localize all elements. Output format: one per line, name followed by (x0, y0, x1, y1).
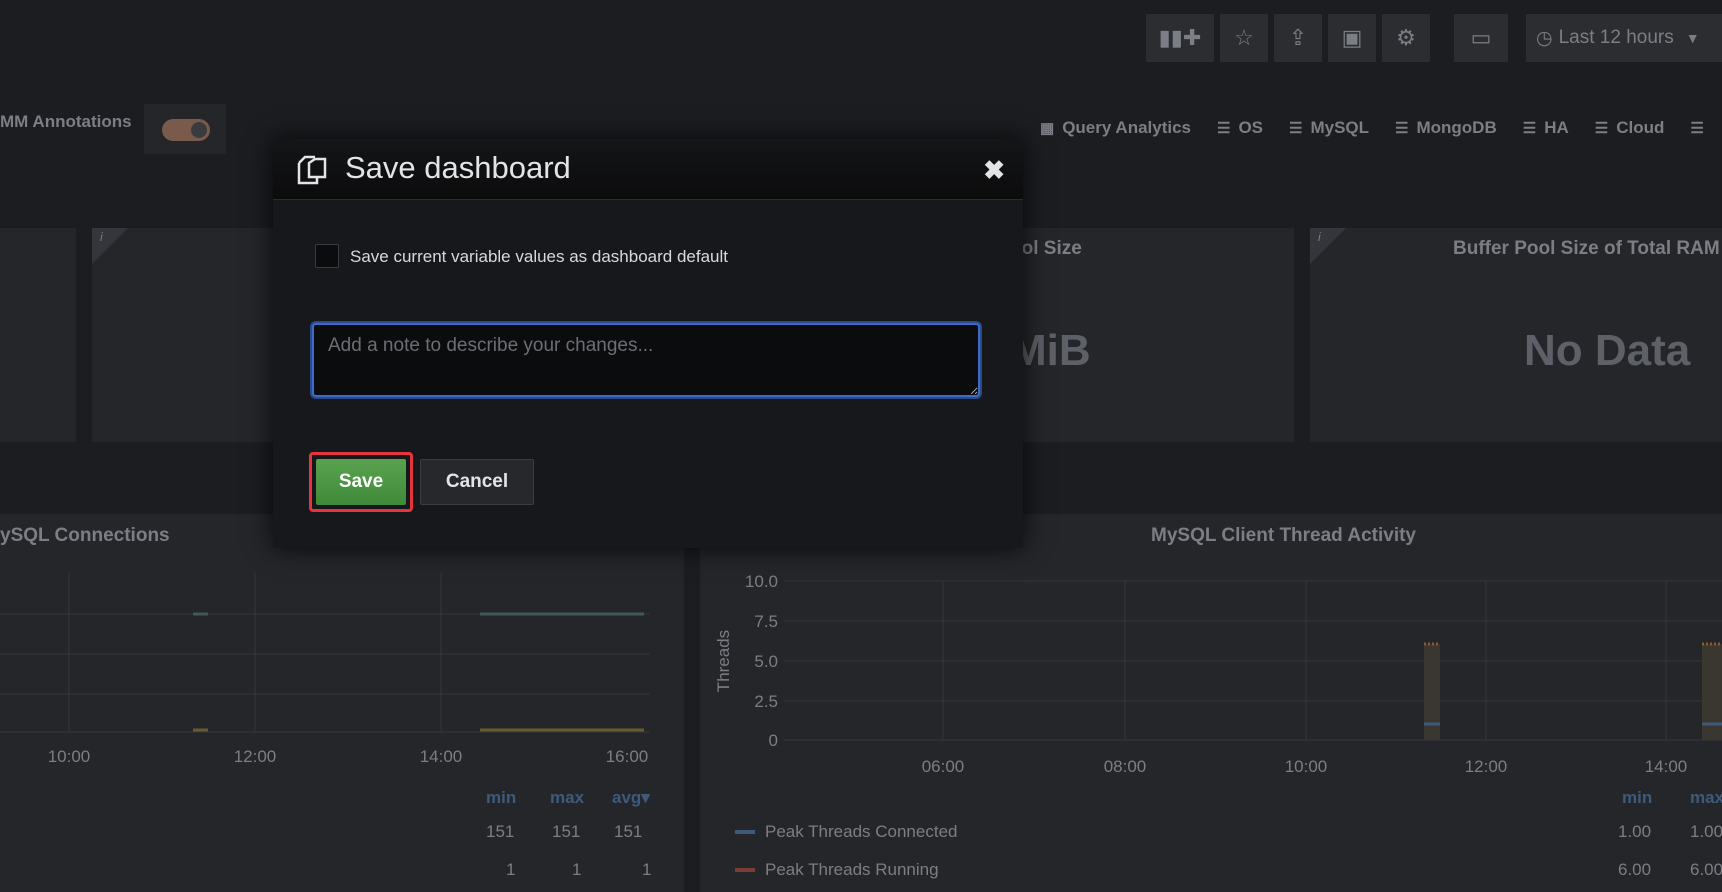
nav-link-mongodb[interactable]: ☰ MongoDB (1395, 118, 1497, 138)
add-panel-button[interactable]: ▮▮✚ (1146, 14, 1214, 62)
y-tick: 5.0 (754, 652, 778, 671)
bars-icon: ☰ (1690, 120, 1704, 137)
x-tick: 08:00 (1104, 757, 1147, 776)
info-corner[interactable]: i (1310, 228, 1346, 264)
x-tick: 06:00 (922, 757, 965, 776)
y-tick: 2.5 (754, 692, 778, 711)
x-tick: 10:00 (48, 747, 91, 766)
series-area (1424, 644, 1440, 740)
bars-icon: ☰ (1217, 120, 1231, 137)
info-icon: i (100, 230, 103, 244)
y-tick: 0 (769, 731, 778, 750)
info-corner[interactable]: i (92, 228, 128, 264)
save-button[interactable]: Save (316, 459, 406, 505)
legend-value: 151 (552, 822, 581, 841)
panel-title: ySQL Connections (0, 525, 170, 546)
legend-swatch (735, 830, 755, 834)
x-tick: 12:00 (1465, 757, 1508, 776)
legend-header-min[interactable]: min (486, 788, 516, 808)
series-area (1702, 644, 1722, 740)
nav-link-os[interactable]: ☰ OS (1217, 118, 1263, 138)
legend-series-peak-threads-connected[interactable]: Peak Threads Connected (735, 822, 957, 842)
legend-value: 6.00 (1618, 860, 1652, 879)
bars-icon: ☰ (1289, 120, 1303, 137)
legend-header-max[interactable]: max (1690, 788, 1722, 808)
legend-value: 6.00 (1690, 860, 1722, 879)
modal-header: Save dashboard ✖ (273, 139, 1023, 200)
legend-value: 1.00 (1618, 822, 1652, 841)
modal-title: Save dashboard (345, 150, 571, 185)
thread-activity-graph: 10.0 7.5 5.0 2.5 0 Threads 06:00 08:00 1… (714, 572, 1722, 776)
graph-panel-thread-activity: MySQL Client Thread Activity 10.0 7.5 5.… (700, 514, 1722, 892)
stat-value: No Data (1524, 326, 1691, 375)
change-note-textarea[interactable] (312, 323, 980, 397)
save-variables-label[interactable]: Save current variable values as dashboar… (350, 247, 728, 267)
save-dashboard-button[interactable]: ▣ (1328, 14, 1376, 62)
graph-panel-connections: ySQL Connections 10:00 12:00 14:00 16:00… (0, 514, 684, 892)
grid-icon: ▦ (1040, 120, 1055, 137)
x-tick: 10:00 (1285, 757, 1328, 776)
legend-swatch (735, 868, 755, 872)
nav-link-query-analytics[interactable]: ▦ Query Analytics (1040, 118, 1191, 138)
legend-value: 1 (572, 860, 582, 879)
y-axis-label: Threads (714, 630, 733, 692)
stat-panel-buffer-pool: i Buffer Pool Size of Total RAM No Data (1310, 228, 1722, 442)
legend-value: 1.00 (1690, 822, 1722, 841)
bars-icon: ☰ (1594, 120, 1609, 137)
dashboard-links: ▦ Query Analytics ☰ OS ☰ MySQL ☰ MongoDB ☰ HA… (1040, 118, 1722, 138)
time-range-picker[interactable]: ◷ Last 12 hours ▼ (1526, 14, 1722, 62)
y-tick: 10.0 (745, 572, 778, 591)
share-icon: ⇪ (1288, 25, 1308, 50)
x-tick: 12:00 (234, 747, 277, 766)
info-icon: i (1318, 230, 1321, 244)
settings-button[interactable]: ⚙ (1382, 14, 1430, 62)
legend-value: 1 (642, 860, 652, 879)
nav-link-mysql[interactable]: ☰ MySQL (1289, 118, 1369, 138)
nav-link-cloud[interactable]: ☰ Cloud (1595, 118, 1665, 138)
legend-value: 151 (486, 822, 515, 841)
x-tick: 16:00 (606, 747, 649, 766)
stat-panel-pool-size: ool Size MiB (1010, 228, 1294, 442)
tv-icon: ▭ (1470, 25, 1492, 50)
nav-link-more[interactable]: ☰ (1690, 118, 1711, 138)
close-icon[interactable]: ✖ (983, 155, 1005, 186)
clock-icon: ◷ (1536, 27, 1553, 49)
panel-title: Buffer Pool Size of Total RAM (1453, 238, 1720, 259)
gear-icon: ⚙ (1396, 25, 1416, 50)
stat-panel-2: i (92, 228, 292, 442)
share-button[interactable]: ⇪ (1274, 14, 1322, 62)
panel-title: MySQL Client Thread Activity (1151, 525, 1416, 546)
add-panel-icon: ▮▮✚ (1158, 25, 1202, 50)
annotations-toggle[interactable] (162, 119, 210, 141)
save-icon: ▣ (1341, 25, 1363, 50)
legend-value: 1 (506, 860, 516, 879)
time-range-label: Last 12 hours (1558, 27, 1674, 48)
save-dashboard-modal: Save dashboard ✖ Save current variable v… (273, 139, 1023, 548)
connections-graph: 10:00 12:00 14:00 16:00 (0, 572, 650, 766)
nav-link-ha[interactable]: ☰ HA (1523, 118, 1569, 138)
bars-icon: ☰ (1395, 120, 1409, 137)
legend-header-max[interactable]: max (550, 788, 584, 808)
caret-down-icon: ▼ (1685, 30, 1700, 46)
stat-panel-1 (0, 228, 76, 442)
bars-icon: ☰ (1522, 120, 1537, 137)
x-tick: 14:00 (420, 747, 463, 766)
cancel-button[interactable]: Cancel (420, 459, 534, 505)
copy-icon (297, 155, 327, 185)
star-icon: ☆ (1234, 25, 1254, 50)
save-variables-checkbox[interactable] (315, 244, 339, 268)
star-button[interactable]: ☆ (1220, 14, 1268, 62)
legend-header-min[interactable]: min (1622, 788, 1652, 808)
legend-header-avg[interactable]: avg▾ (612, 788, 650, 808)
tv-mode-button[interactable]: ▭ (1454, 14, 1508, 62)
legend-series-peak-threads-running[interactable]: Peak Threads Running (735, 860, 939, 880)
x-tick: 14:00 (1645, 757, 1688, 776)
legend-value: 151 (614, 822, 643, 841)
y-tick: 7.5 (754, 612, 778, 631)
annotations-label: MM Annotations (0, 112, 132, 131)
